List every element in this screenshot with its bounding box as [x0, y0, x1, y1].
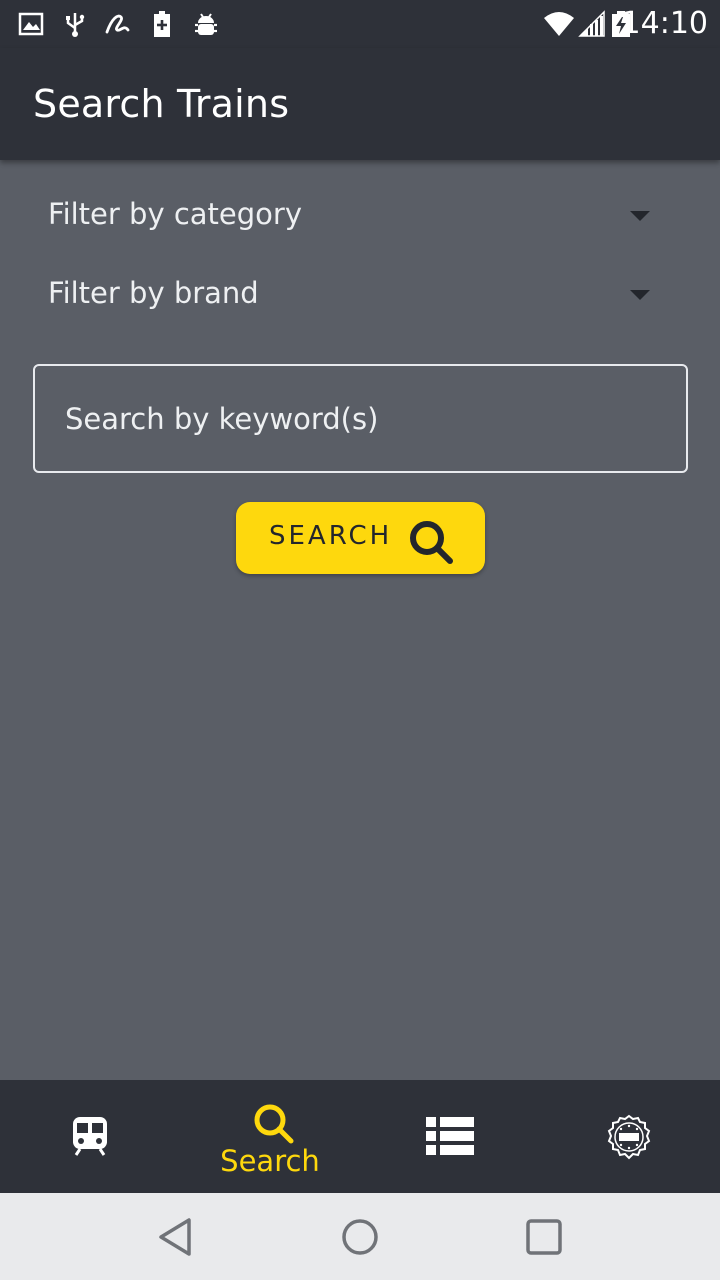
- usb-icon: [66, 13, 85, 37]
- search-form: Filter by category Filter by brand SEARC…: [0, 160, 720, 1080]
- back-icon[interactable]: [155, 1215, 199, 1259]
- search-icon: [254, 1104, 294, 1144]
- brand-filter-dropdown[interactable]: Filter by brand: [48, 266, 668, 326]
- recents-icon[interactable]: [522, 1215, 566, 1259]
- keyword-search-field[interactable]: [33, 364, 688, 473]
- screen: 14:10 Search Trains Filter by category F…: [0, 0, 720, 1280]
- nav-item-brand[interactable]: [540, 1080, 720, 1193]
- wifi-icon: [544, 12, 574, 36]
- keyword-search-input[interactable]: [65, 396, 655, 442]
- nav-item-search[interactable]: Search: [180, 1080, 360, 1193]
- page-title: Search Trains: [33, 82, 290, 126]
- search-icon: [410, 521, 453, 564]
- search-button-label: SEARCH: [269, 521, 393, 551]
- android-debug-icon: [195, 13, 217, 35]
- brand-filter-label: Filter by brand: [48, 276, 259, 310]
- train-icon: [73, 1117, 107, 1156]
- bottom-navigation: Search: [0, 1080, 720, 1193]
- image-icon: [18, 12, 44, 36]
- cell-signal-icon: [578, 10, 605, 37]
- brand-badge-icon: [607, 1114, 651, 1160]
- system-navigation-bar: [0, 1193, 720, 1280]
- status-time: 14:10: [621, 6, 708, 41]
- app-bar: Search Trains: [0, 48, 720, 160]
- nav-item-trains[interactable]: [0, 1080, 180, 1193]
- nav-item-list[interactable]: [360, 1080, 540, 1193]
- home-icon[interactable]: [338, 1215, 382, 1259]
- list-icon: [426, 1117, 474, 1155]
- battery-plus-icon: [154, 11, 170, 37]
- search-button[interactable]: SEARCH: [236, 502, 485, 574]
- chevron-down-icon: [630, 211, 650, 221]
- signature-icon: [105, 14, 130, 34]
- category-filter-label: Filter by category: [48, 197, 302, 231]
- chevron-down-icon: [630, 290, 650, 300]
- status-bar: 14:10: [0, 0, 720, 48]
- nav-label-search: Search: [220, 1144, 320, 1178]
- category-filter-dropdown[interactable]: Filter by category: [48, 187, 668, 247]
